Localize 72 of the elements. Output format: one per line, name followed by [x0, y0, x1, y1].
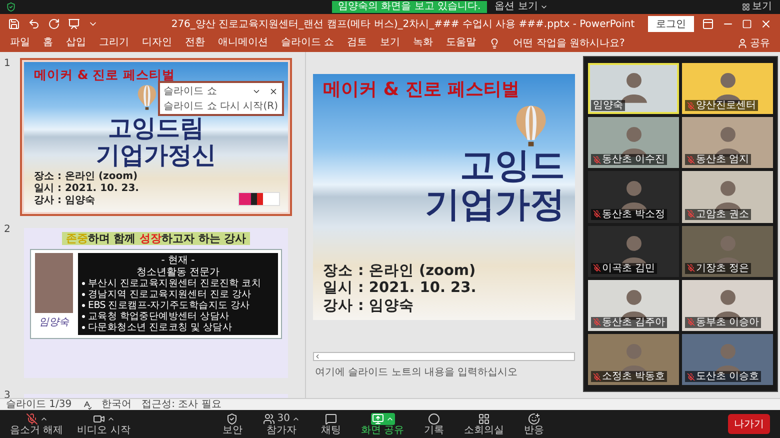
toolbar-button[interactable]: 비디오 시작 — [77, 412, 130, 436]
slide-number: 3 — [4, 390, 12, 398]
window-title: 276_양산 진로교육지원센터_랜선 캠프(메타 버스)_2차시_### 수업시 사용 ###.pptx - PowerPoint — [170, 18, 636, 31]
participant-name: 동산초 박소정 — [591, 208, 668, 220]
participant-name: 소정초 박동호 — [591, 371, 668, 382]
slide-info-line: 일시 : 2021. 10. 23. — [323, 280, 476, 298]
slide-thumbnail[interactable]: 존중하며 함께 성장하고자 하는 강사 임양숙 - 현재 - 청소년활동 전문가 부산시 진로교육지원센터 진로진학 코치 경남지역 진로교육지원센터 진로 강사 EBS 진로캠프-자기주도학습지도 강사 교육청 학업중단예방센터 상담사 다문화청소년 진로코칭 및 상담사 — [20, 224, 292, 382]
participant-name: 동산초 이수진 — [591, 154, 668, 166]
toolbar-button[interactable]: 30 참가자 — [262, 412, 302, 436]
ribbon-tab[interactable]: 디자인 — [142, 35, 172, 51]
toolbar-button[interactable]: 채팅 — [321, 412, 342, 436]
career-item: 다문화청소년 진로코칭 및 상담사 — [82, 322, 274, 333]
participant-name: 임양숙 — [591, 100, 625, 112]
slide-subtitle: 메이커 & 진로 페스티벌 — [323, 79, 520, 101]
ribbon-tab[interactable]: 파일 — [10, 35, 30, 51]
participant-name: 도산초 이승호 — [685, 371, 762, 382]
popup-title: 슬라이드 쇼 — [164, 85, 218, 98]
participant-name: 이곡초 김민 — [591, 262, 658, 274]
toolbar-button[interactable]: 기록 — [424, 412, 444, 436]
role-text: 청소년활동 전문가 — [135, 266, 221, 278]
participant-name: 동부초 이승아 — [685, 316, 762, 328]
slide-info-line: 장소 : 온라인 (zoom) — [34, 171, 138, 183]
leave-button[interactable]: 나가기 — [728, 414, 770, 434]
slide-info-line: 강사 : 임양숙 — [323, 298, 414, 315]
ribbon-tab[interactable]: 검토 — [347, 35, 368, 51]
slide-number: 1 — [4, 58, 12, 71]
toolbar-button[interactable]: 반응 — [524, 412, 544, 436]
career-item: 경남지역 진로교육지원센터 진로 강사 — [82, 289, 274, 300]
slide-info-line: 일시 : 2021. 10. 23. — [34, 183, 139, 195]
participant-name: 동산초 엄지 — [685, 154, 752, 166]
ribbon-tab[interactable]: 녹화 — [413, 35, 434, 51]
slide-subtitle: 메이커 & 진로 페스티벌 — [34, 67, 175, 82]
presenter-name: 임양숙 — [39, 316, 69, 329]
slide-heading: 존중하며 함께 성장하고자 하는 강사 — [62, 232, 250, 245]
slide-title: 고잉드림 — [108, 115, 204, 142]
ribbon-tab[interactable]: 애니메이션 — [218, 35, 268, 51]
career-item: 교육청 학업중단예방센터 상담사 — [82, 311, 274, 322]
box-title: - 현재 - — [160, 255, 196, 266]
slide-info-line: 강사 : 임양숙 — [34, 195, 95, 207]
restart-slideshow-item[interactable]: 슬라이드 쇼 다시 시작(R) — [164, 99, 278, 113]
slide-counter: 슬라이드 1/39 — [6, 399, 72, 410]
slide-thumbnail[interactable]: 메이커 & 진로 페스티벌 고잉드림 기업가정신 장소 : 온라인 (zoom) 일시 : 2021. 10. 23. 강사 : 임양숙 슬라이드 쇼 슬라이드 쇼 다시 시작(R) — [20, 58, 292, 216]
ribbon-tab[interactable]: 전환 — [185, 35, 205, 51]
toolbar-button[interactable]: 소회의실 — [464, 412, 504, 436]
accessibility-status[interactable]: 접근성: 조사 필요 — [142, 399, 222, 410]
participant-name: 기장초 정은 — [685, 262, 752, 274]
participant-name: 동산초 김주아 — [591, 316, 668, 328]
slide-title: 기업가정 — [425, 186, 565, 225]
toolbar-button[interactable]: 음소거 해제 — [10, 412, 64, 436]
slide-title: 고잉드 — [460, 146, 565, 186]
ribbon-tab[interactable]: 삽입 — [66, 35, 86, 51]
career-item: EBS 진로캠프-자기주도학습지도 강사 — [82, 300, 274, 311]
toolbar-button[interactable]: 보안 — [222, 412, 242, 436]
view-button[interactable]: 보기 — [740, 1, 774, 13]
ribbon-tab[interactable]: 그리기 — [99, 35, 129, 51]
ribbon-tab[interactable]: 슬라이드 쇼 — [281, 35, 334, 51]
toolbar-button[interactable]: 화면 공유 — [361, 412, 404, 436]
slide-info-line: 장소 : 온라인 (zoom) — [323, 262, 476, 280]
login-button[interactable]: 로그인 — [648, 16, 694, 32]
ribbon-tab[interactable]: 보기 — [380, 35, 400, 51]
slide-title: 기업가정신 — [96, 142, 216, 169]
participant-name: 고암초 권소 — [685, 208, 752, 220]
language-label[interactable]: 한국어 — [102, 399, 132, 410]
ribbon-tab[interactable]: 홈 — [43, 35, 53, 51]
slide-number: 2 — [4, 224, 12, 237]
ribbon-tab[interactable]: 도움말 — [446, 35, 476, 51]
tell-me-search[interactable]: 어떤 작업을 원하시나요? — [513, 36, 625, 50]
share-button[interactable]: 공유 — [737, 36, 770, 50]
sharing-banner: 임양숙의 화면을 보고 있습니다. — [332, 1, 487, 13]
career-item: 부산시 진로교육지원센터 진로진학 코치 — [82, 278, 274, 289]
participant-name: 양산진로센터 — [685, 100, 758, 112]
view-options-button[interactable]: 옵션 보기 — [492, 1, 550, 13]
